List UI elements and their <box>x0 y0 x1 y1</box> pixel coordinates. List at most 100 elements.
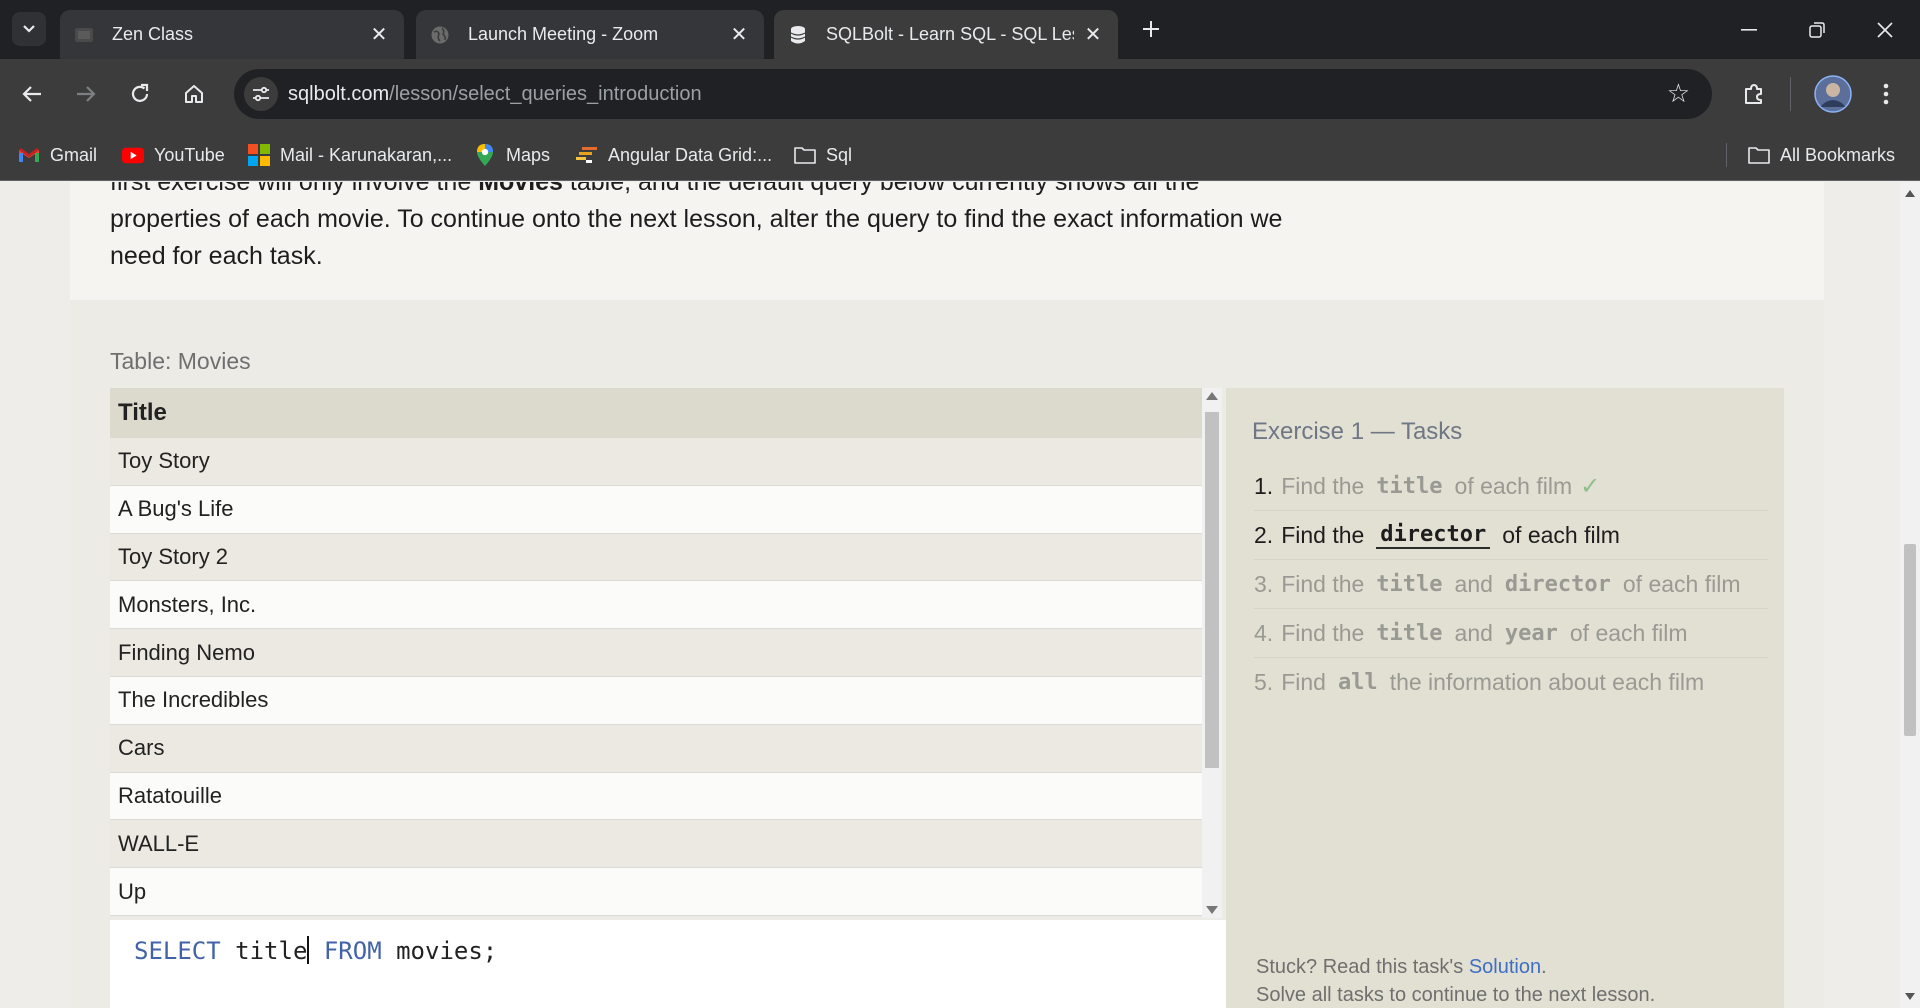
reload-button[interactable] <box>122 76 158 112</box>
youtube-icon <box>122 144 144 166</box>
query-code: SELECT title FROM movies; <box>134 936 497 965</box>
tab-zoom-meeting[interactable]: Launch Meeting - Zoom ✕ <box>416 10 764 59</box>
menu-button[interactable] <box>1868 76 1904 112</box>
close-icon[interactable]: ✕ <box>1082 24 1104 46</box>
task-text: of each film <box>1502 521 1620 548</box>
sql-query-editor[interactable]: SELECT title FROM movies; <box>110 920 1226 1008</box>
home-button[interactable] <box>176 76 212 112</box>
table-row: A Bug's Life <box>110 485 1202 534</box>
stuck-text: Stuck? Read this task's <box>1256 956 1469 978</box>
task-number: 5. <box>1254 669 1274 695</box>
home-icon <box>185 85 203 103</box>
tab-zen-class[interactable]: Zen Class ✕ <box>60 10 404 59</box>
profile-button[interactable] <box>1813 74 1853 114</box>
minimize-icon <box>1741 28 1757 31</box>
task-item: 3. Find the title and director of each f… <box>1254 560 1768 609</box>
bookmark-youtube[interactable]: YouTube <box>122 141 225 169</box>
table-row: Monsters, Inc. <box>110 581 1202 630</box>
tab-sqlbolt[interactable]: SQLBolt - Learn SQL - SQL Less ✕ <box>774 10 1118 59</box>
task-text: and <box>1454 619 1493 646</box>
task-text: of each film <box>1622 570 1741 597</box>
folder-icon <box>1748 144 1770 166</box>
table-scrollbar[interactable] <box>1202 388 1222 918</box>
bookmark-gmail[interactable]: Gmail <box>18 141 97 169</box>
task-number: 3. <box>1254 570 1274 597</box>
intro-text: first exercise will only involve the <box>110 182 479 196</box>
bookmark-label: Sql <box>826 144 853 165</box>
table-cell: A Bug's Life <box>118 496 234 522</box>
arrow-right-icon <box>77 86 96 102</box>
minimize-button[interactable] <box>1716 0 1782 59</box>
task-text: Find the <box>1281 521 1365 548</box>
chevron-down-icon <box>23 25 35 33</box>
task-code: title <box>1376 473 1443 499</box>
check-icon: ✓ <box>1580 472 1601 500</box>
table-row: WALL-E <box>110 820 1202 869</box>
close-icon <box>1877 21 1893 38</box>
scrollbar-thumb[interactable] <box>1904 544 1916 736</box>
scrollbar-thumb[interactable] <box>1205 412 1219 768</box>
keyword-from: FROM <box>309 937 382 965</box>
back-button[interactable] <box>14 76 50 112</box>
table-cell: Ratatouille <box>118 782 222 808</box>
task-code: director <box>1376 522 1491 549</box>
intro-text: table, and the default query below curre… <box>562 182 1200 196</box>
exercise-panel: Table: Movies Title Toy Story A Bug's Li… <box>70 300 1824 1008</box>
stuck-hint: Stuck? Read this task's Solution. <box>1256 956 1547 979</box>
scroll-up-arrow-icon[interactable] <box>1206 392 1218 400</box>
site-settings-icon[interactable] <box>244 77 278 111</box>
restore-button[interactable] <box>1784 0 1850 59</box>
table-row: Up <box>110 868 1202 916</box>
bookmark-star-icon[interactable]: ☆ <box>1667 80 1690 106</box>
url-host: sqlbolt.com <box>288 82 390 105</box>
solve-all-hint: Solve all tasks to continue to the next … <box>1256 984 1656 1006</box>
reload-icon <box>131 83 149 102</box>
all-bookmarks-label: All Bookmarks <box>1780 144 1896 165</box>
scroll-up-arrow-icon[interactable] <box>1905 190 1915 197</box>
bookmark-label: Angular Data Grid:... <box>608 144 773 165</box>
task-text: and <box>1454 570 1493 597</box>
extensions-button[interactable] <box>1736 76 1772 112</box>
folder-icon <box>794 144 816 166</box>
query-column: title <box>220 937 308 965</box>
task-code: all <box>1337 670 1378 695</box>
table-cell: Toy Story <box>118 448 210 474</box>
bookmark-angular-data-grid[interactable]: Angular Data Grid:... <box>576 141 772 169</box>
lesson-intro: first exercise will only involve the Mov… <box>70 182 1824 300</box>
scroll-down-arrow-icon[interactable] <box>1206 906 1218 914</box>
url-path: /lesson/select_queries_introduction <box>389 82 702 105</box>
table-row: Toy Story 2 <box>110 533 1202 582</box>
bookmark-maps[interactable]: Maps <box>474 141 550 169</box>
forward-button[interactable] <box>68 76 104 112</box>
avatar <box>1814 75 1852 113</box>
bookmark-label: Maps <box>506 144 551 165</box>
keyword-select: SELECT <box>134 937 221 965</box>
task-code: title <box>1376 620 1443 646</box>
bookmark-label: YouTube <box>154 144 225 165</box>
task-list: 1. Find the title of each film ✓ 2. Find… <box>1254 462 1768 707</box>
more-vert-icon <box>1883 83 1889 105</box>
tasks-panel: Exercise 1 — Tasks 1. Find the title of … <box>1226 388 1784 1008</box>
close-icon[interactable]: ✕ <box>728 24 750 46</box>
address-bar[interactable]: sqlbolt.com/lesson/select_queries_introd… <box>234 69 1712 119</box>
bookmark-sql-folder[interactable]: Sql <box>794 141 852 169</box>
close-icon[interactable]: ✕ <box>368 24 390 46</box>
tab-search-button[interactable] <box>12 12 46 46</box>
all-bookmarks-button[interactable]: All Bookmarks <box>1748 141 1895 169</box>
task-text: the information about each film <box>1389 669 1705 695</box>
task-text: of each film <box>1569 619 1688 646</box>
zen-class-favicon <box>74 25 94 45</box>
microsoft-icon <box>248 144 270 166</box>
page-scrollbar[interactable] <box>1900 182 1920 1008</box>
bookmark-mail[interactable]: Mail - Karunakaran,... <box>248 141 452 169</box>
intro-paragraph: first exercise will only involve the Mov… <box>110 182 1410 275</box>
task-item: 1. Find the title of each film ✓ <box>1254 462 1768 511</box>
solution-link[interactable]: Solution <box>1469 956 1541 978</box>
puzzle-icon <box>1745 84 1762 104</box>
close-window-button[interactable] <box>1852 0 1918 59</box>
task-text: of each film <box>1454 472 1573 499</box>
new-tab-button[interactable] <box>1134 12 1168 46</box>
task-text: Find the <box>1281 472 1365 499</box>
scroll-down-arrow-icon[interactable] <box>1905 993 1915 1000</box>
task-text: Find the <box>1281 570 1365 597</box>
